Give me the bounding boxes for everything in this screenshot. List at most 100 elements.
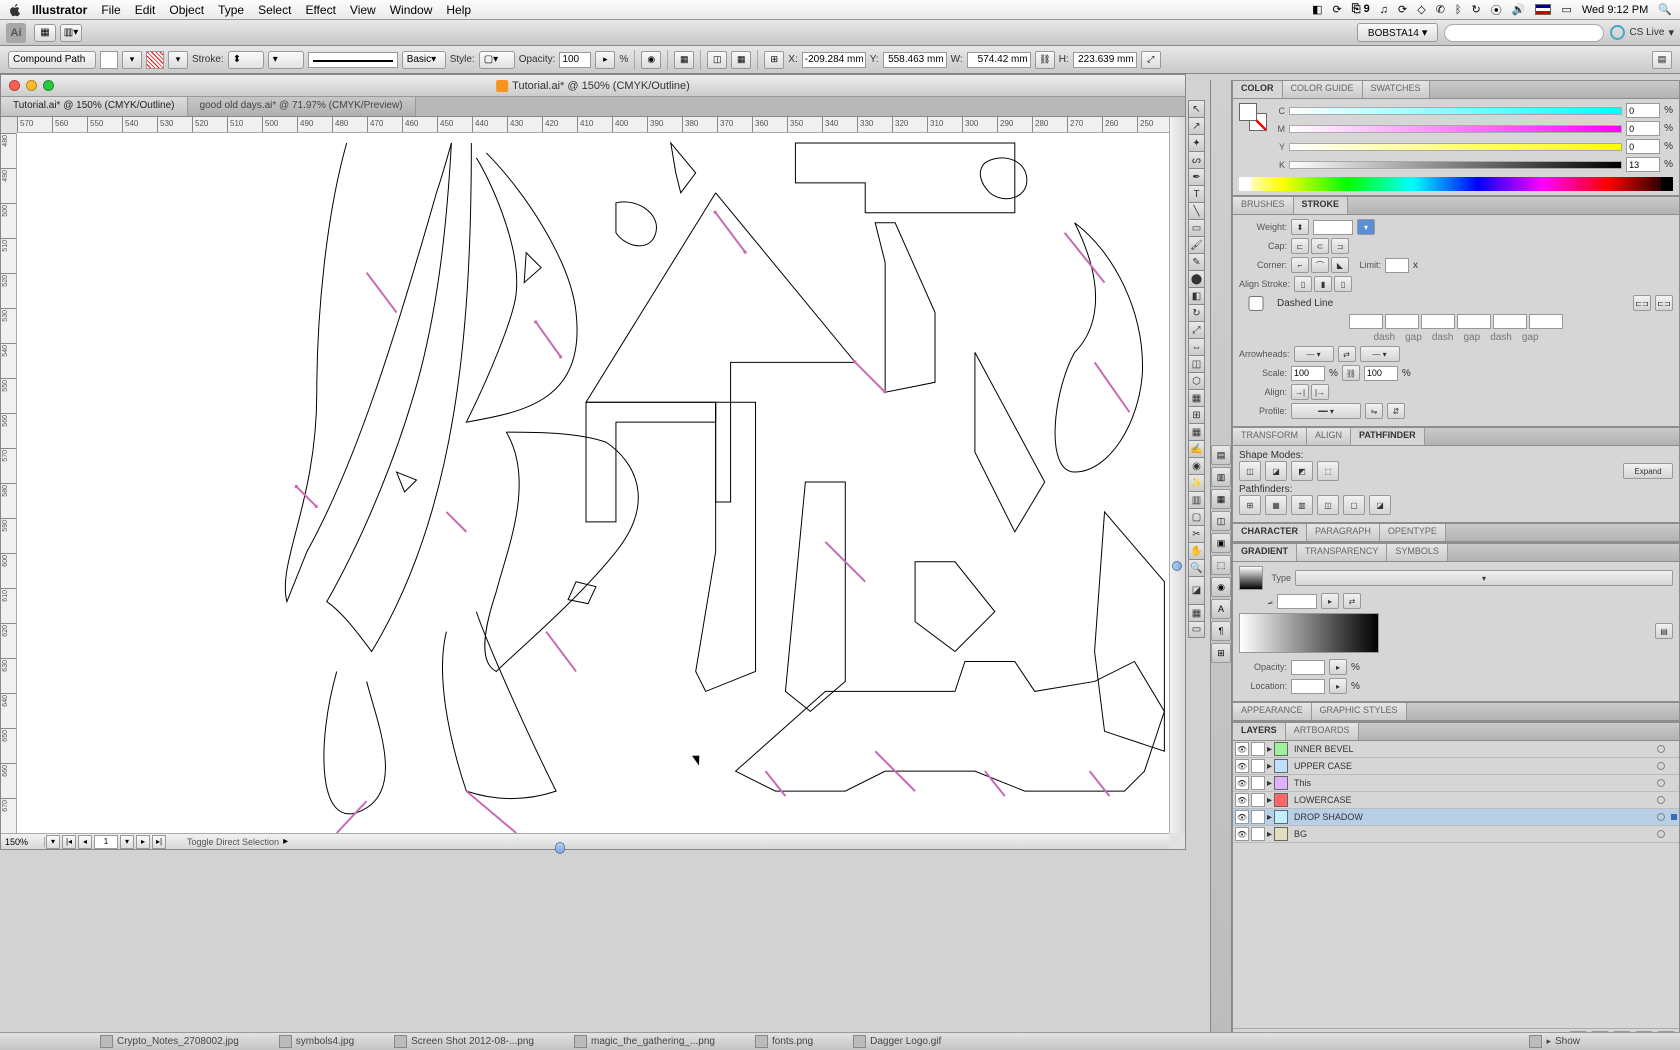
apple-logo-icon[interactable] xyxy=(8,3,22,17)
arrow-start[interactable]: — ▾ xyxy=(1294,346,1334,362)
color-spectrum[interactable] xyxy=(1239,177,1673,191)
dash-input[interactable] xyxy=(1493,314,1527,329)
panel-icon[interactable]: ▣ xyxy=(1211,533,1231,553)
pathfinder-minus-front[interactable]: ◪ xyxy=(1265,461,1287,481)
panel-icon[interactable]: ◫ xyxy=(1211,511,1231,531)
disclosure-icon[interactable]: ▸ xyxy=(1267,829,1272,840)
dash-input[interactable] xyxy=(1349,314,1383,329)
dock-item[interactable]: Dagger Logo.gif xyxy=(853,1035,941,1048)
isolate-button[interactable]: ◫ xyxy=(707,51,727,69)
panel-icon[interactable]: ▥ xyxy=(1211,467,1231,487)
pathfinder-minus-back[interactable]: ◪ xyxy=(1369,495,1391,515)
y-input[interactable] xyxy=(1626,139,1660,154)
dock-item[interactable]: Crypto_Notes_2708002.jpg xyxy=(100,1035,239,1048)
stop-location-input[interactable] xyxy=(1291,679,1325,694)
lastfm-icon[interactable]: ♫ xyxy=(1380,4,1388,16)
layer-row[interactable]: 👁 ▸ LOWERCASE xyxy=(1233,792,1679,809)
recolor-button[interactable]: ◉ xyxy=(641,51,661,69)
weight-input[interactable] xyxy=(1313,220,1353,235)
tool-graph[interactable]: ▥ xyxy=(1188,491,1205,508)
layer-name[interactable]: INNER BEVEL xyxy=(1294,744,1655,754)
c-input[interactable] xyxy=(1626,103,1660,118)
target-icon[interactable] xyxy=(1657,813,1665,821)
layer-row[interactable]: 👁▸DROP SHADOW xyxy=(1233,809,1679,826)
zoom-button[interactable] xyxy=(43,80,54,91)
dock-item[interactable]: symbols4.jpg xyxy=(279,1035,354,1048)
align-outside[interactable]: ▯ xyxy=(1334,276,1352,292)
tool-color-mode[interactable]: ▦ xyxy=(1188,604,1205,621)
search-input[interactable] xyxy=(1444,24,1604,42)
layer-name[interactable]: UPPER CASE xyxy=(1294,761,1655,771)
tool-scale[interactable]: ⤢ xyxy=(1188,321,1205,338)
corner-round[interactable]: ⌒ xyxy=(1311,257,1329,273)
menubar-icon[interactable]: ⟳ xyxy=(1333,3,1342,16)
layer-name[interactable]: BG xyxy=(1294,829,1655,839)
tab-layers[interactable]: LAYERS xyxy=(1233,723,1286,740)
pathfinder-exclude[interactable]: ⬚ xyxy=(1317,461,1339,481)
menu-type[interactable]: Type xyxy=(218,3,244,17)
tab-color[interactable]: COLOR xyxy=(1233,81,1283,98)
fill-dropdown[interactable]: ▾ xyxy=(122,51,142,69)
stroke-swatch[interactable] xyxy=(146,51,164,69)
profile-dropdown[interactable]: ━━ ▾ xyxy=(1291,403,1361,419)
pathfinder-crop[interactable]: ◫ xyxy=(1317,495,1339,515)
disclosure-icon[interactable]: ▸ xyxy=(1267,795,1272,806)
gap-input[interactable] xyxy=(1385,314,1419,329)
tool-paintbrush[interactable]: 🖌 xyxy=(1188,236,1205,253)
tab-transparency[interactable]: TRANSPARENCY xyxy=(1297,544,1387,561)
panel-icon[interactable]: A xyxy=(1211,599,1231,619)
flag-icon[interactable] xyxy=(1535,4,1551,15)
panel-icon[interactable]: ¶ xyxy=(1211,621,1231,641)
menu-window[interactable]: Window xyxy=(390,3,433,17)
brush-dropdown[interactable]: Basic ▾ xyxy=(402,51,446,69)
expand-button[interactable]: Expand xyxy=(1623,463,1673,479)
tool-line[interactable]: ╲ xyxy=(1188,202,1205,219)
dropbox-icon[interactable]: ◇ xyxy=(1417,3,1425,16)
target-icon[interactable] xyxy=(1657,779,1665,787)
vertical-scrollbar[interactable] xyxy=(1169,117,1185,833)
tool-blob-brush[interactable]: ⬤ xyxy=(1188,270,1205,287)
visibility-toggle[interactable]: 👁 xyxy=(1235,810,1249,824)
m-input[interactable] xyxy=(1626,121,1660,136)
menu-help[interactable]: Help xyxy=(446,3,471,17)
lock-toggle[interactable] xyxy=(1251,810,1265,824)
spotlight-icon[interactable]: 🔍 xyxy=(1658,3,1672,16)
bluetooth-icon[interactable]: ᛒ xyxy=(1455,4,1462,16)
weight-dropdown[interactable]: ▾ xyxy=(1357,219,1375,235)
tab-paragraph[interactable]: PARAGRAPH xyxy=(1307,524,1380,541)
layer-row[interactable]: 👁▸This xyxy=(1233,775,1679,792)
visibility-toggle[interactable]: 👁 xyxy=(1235,742,1249,756)
panel-icon[interactable]: ◉ xyxy=(1211,577,1231,597)
tab-align[interactable]: ALIGN xyxy=(1307,428,1351,445)
w-input[interactable] xyxy=(967,52,1031,68)
arrow-align-a[interactable]: →| xyxy=(1291,384,1309,400)
bridge-button[interactable]: ▦ xyxy=(34,24,56,42)
tool-pen[interactable]: ✒ xyxy=(1188,168,1205,185)
layer-name[interactable]: This xyxy=(1294,778,1655,788)
layer-name[interactable]: LOWERCASE xyxy=(1294,795,1655,805)
visibility-toggle[interactable]: 👁 xyxy=(1235,793,1249,807)
style-dropdown[interactable]: ▢▾ xyxy=(479,51,515,69)
constrain-proportions-icon[interactable]: ⛓ xyxy=(1035,51,1055,69)
battery-icon[interactable]: ▭ xyxy=(1561,3,1571,16)
tool-artboard[interactable]: ▢ xyxy=(1188,508,1205,525)
link-scale-icon[interactable]: ⛓ xyxy=(1342,365,1360,381)
tool-fill-stroke[interactable]: ◪ xyxy=(1188,576,1205,604)
close-button[interactable] xyxy=(9,80,20,91)
menu-effect[interactable]: Effect xyxy=(305,3,335,17)
align-button[interactable]: ▦ xyxy=(674,51,694,69)
tool-mesh[interactable]: ⊞ xyxy=(1188,406,1205,423)
pathfinder-divide[interactable]: ⊞ xyxy=(1239,495,1261,515)
panel-icon[interactable]: ⬚ xyxy=(1211,555,1231,575)
scrollbar-thumb[interactable] xyxy=(555,842,565,854)
zoom-dropdown[interactable]: ▾ xyxy=(46,835,60,849)
stroke-width-profile[interactable]: ▾ xyxy=(268,51,304,69)
panel-icon[interactable]: ⊞ xyxy=(1211,643,1231,663)
tool-perspective[interactable]: ▦ xyxy=(1188,389,1205,406)
pathfinder-unite[interactable]: ◫ xyxy=(1239,461,1261,481)
tool-width[interactable]: ⇔ xyxy=(1188,338,1205,355)
menu-view[interactable]: View xyxy=(350,3,376,17)
target-icon[interactable] xyxy=(1657,830,1665,838)
visibility-toggle[interactable]: 👁 xyxy=(1235,827,1249,841)
arrow-align-b[interactable]: |→ xyxy=(1311,384,1329,400)
